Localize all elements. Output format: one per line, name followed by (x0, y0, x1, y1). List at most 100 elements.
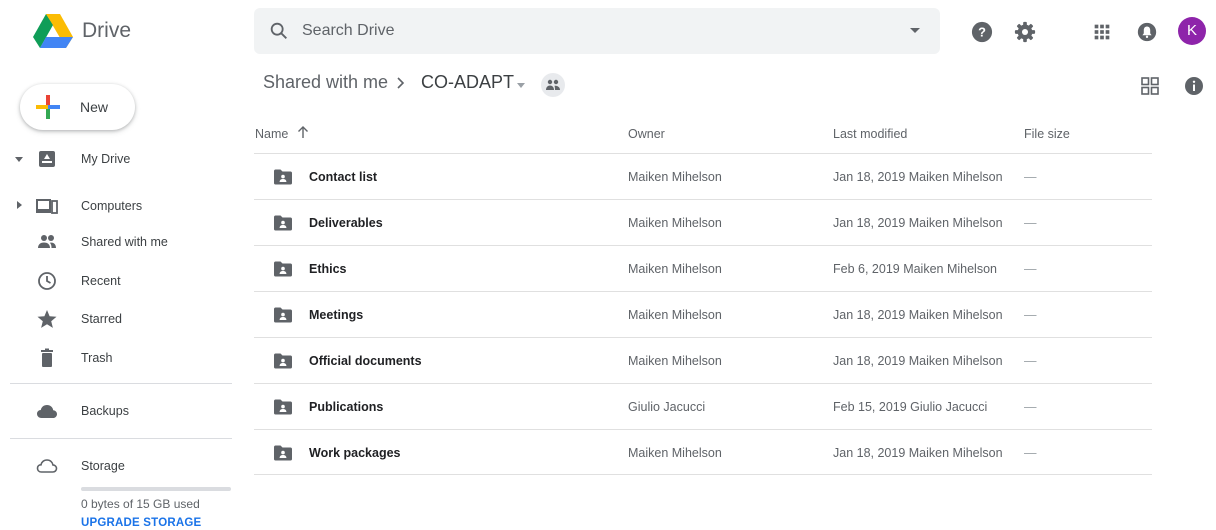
sidebar-item-starred[interactable]: Starred (0, 301, 240, 337)
table-row[interactable]: Publications Giulio Jacucci Feb 15, 2019 G… (254, 383, 1152, 429)
sidebar-item-my-drive[interactable]: My Drive (0, 141, 240, 177)
folder-menu-chevron-down-icon[interactable] (517, 83, 525, 88)
plus-icon (36, 95, 60, 119)
column-header-last-modified[interactable]: Last modified (833, 127, 907, 141)
sidebar-item-label: Storage (81, 459, 125, 473)
apps-grid-icon[interactable] (1091, 21, 1113, 43)
file-last-modified: Jan 18, 2019 Maiken Mihelson (833, 446, 1003, 460)
column-header-name[interactable]: Name (255, 127, 288, 141)
help-icon[interactable]: ? (971, 21, 993, 43)
cloud-outline-icon (36, 459, 58, 473)
shared-people-icon (546, 79, 560, 90)
new-button-label: New (80, 99, 109, 115)
recent-clock-icon (38, 272, 56, 290)
new-button[interactable]: New (20, 84, 135, 130)
sidebar-item-label: Backups (81, 404, 129, 418)
column-header-file-size[interactable]: File size (1024, 127, 1070, 141)
trash-icon (41, 348, 53, 367)
column-header-owner[interactable]: Owner (628, 127, 665, 141)
file-owner: Maiken Mihelson (628, 446, 722, 460)
file-owner: Maiken Mihelson (628, 170, 722, 184)
file-name: Work packages (309, 446, 401, 460)
shared-folder-icon (273, 353, 293, 369)
table-row[interactable]: Work packages Maiken Mihelson Jan 18, 2019… (254, 429, 1152, 475)
file-size: — (1024, 400, 1037, 414)
file-owner: Maiken Mihelson (628, 262, 722, 276)
shared-folder-icon (273, 445, 293, 461)
sidebar-divider (10, 438, 232, 439)
file-size: — (1024, 354, 1037, 368)
breadcrumb-parent[interactable]: Shared with me (263, 72, 388, 93)
search-bar[interactable] (254, 8, 940, 54)
expand-chevron-down-icon[interactable] (15, 157, 23, 162)
star-icon (37, 310, 57, 328)
file-name: Official documents (309, 354, 422, 368)
upgrade-storage-link[interactable]: UPGRADE STORAGE (81, 517, 201, 529)
my-drive-icon (39, 151, 55, 167)
file-size: — (1024, 308, 1037, 322)
sidebar-item-label: Computers (81, 199, 143, 213)
file-size: — (1024, 446, 1037, 460)
storage-usage-bar (81, 487, 231, 491)
file-name: Publications (309, 400, 384, 414)
shared-folder-icon (273, 307, 293, 323)
shared-folder-icon (273, 215, 293, 231)
sidebar-item-label: Shared with me (81, 235, 168, 249)
sort-ascending-arrow-icon[interactable] (297, 125, 309, 139)
sidebar-item-label: Trash (81, 351, 113, 365)
search-options-chevron-down-icon[interactable] (910, 28, 920, 33)
info-icon[interactable] (1184, 76, 1204, 96)
file-last-modified: Jan 18, 2019 Maiken Mihelson (833, 308, 1003, 322)
file-last-modified: Jan 18, 2019 Maiken Mihelson (833, 170, 1003, 184)
file-owner: Maiken Mihelson (628, 308, 722, 322)
account-avatar[interactable]: K (1178, 17, 1206, 45)
breadcrumb-current-folder[interactable]: CO-ADAPT (421, 72, 514, 93)
file-size: — (1024, 262, 1037, 276)
file-name: Contact list (309, 170, 378, 184)
cloud-icon (37, 405, 57, 418)
file-name: Ethics (309, 262, 347, 276)
sidebar-item-label: Starred (81, 312, 122, 326)
file-size: — (1024, 170, 1037, 184)
sidebar-item-label: Recent (81, 274, 121, 288)
table-row[interactable]: Official documents Maiken Mihelson Jan 18,… (254, 337, 1152, 383)
sidebar-item-storage[interactable]: Storage (0, 448, 240, 484)
sidebar-item-label: My Drive (81, 152, 131, 166)
table-row[interactable]: Ethics Maiken Mihelson Feb 6, 2019 Maiken … (254, 245, 1152, 291)
breadcrumb-chevron-right-icon (397, 77, 405, 89)
app-brand: Drive (82, 19, 132, 42)
file-last-modified: Jan 18, 2019 Maiken Mihelson (833, 354, 1003, 368)
computers-icon (36, 199, 58, 214)
grid-view-icon[interactable] (1141, 77, 1159, 95)
file-owner: Maiken Mihelson (628, 354, 722, 368)
expand-chevron-right-icon[interactable] (17, 201, 22, 209)
file-last-modified: Feb 15, 2019 Giulio Jacucci (833, 400, 988, 414)
shared-with-me-icon (38, 235, 56, 248)
file-owner: Maiken Mihelson (628, 216, 722, 230)
file-name: Meetings (309, 308, 364, 322)
shared-folder-icon (273, 399, 293, 415)
sidebar-divider (10, 383, 232, 384)
file-last-modified: Feb 6, 2019 Maiken Mihelson (833, 262, 997, 276)
drive-logo-icon (33, 14, 73, 48)
table-row[interactable]: Deliverables Maiken Mihelson Jan 18, 2019 … (254, 199, 1152, 245)
sidebar-item-shared-with-me[interactable]: Shared with me (0, 224, 240, 260)
sidebar-item-backups[interactable]: Backups (0, 393, 240, 429)
file-last-modified: Jan 18, 2019 Maiken Mihelson (833, 216, 1003, 230)
shared-folder-icon (273, 169, 293, 185)
table-row[interactable]: Contact list Maiken Mihelson Jan 18, 2019 … (254, 153, 1152, 199)
search-icon[interactable] (268, 20, 290, 42)
sidebar-item-recent[interactable]: Recent (0, 263, 240, 299)
search-input[interactable] (302, 16, 862, 46)
file-name: Deliverables (309, 216, 383, 230)
file-size: — (1024, 216, 1037, 230)
shared-folder-badge (541, 73, 565, 97)
svg-text:?: ? (978, 25, 986, 40)
table-row[interactable]: Meetings Maiken Mihelson Jan 18, 2019 Maik… (254, 291, 1152, 337)
file-owner: Giulio Jacucci (628, 400, 706, 414)
sidebar-item-trash[interactable]: Trash (0, 340, 240, 376)
storage-used-text: 0 bytes of 15 GB used (81, 497, 200, 511)
sidebar-item-computers[interactable]: Computers (0, 188, 240, 224)
notifications-icon[interactable] (1136, 21, 1158, 43)
settings-gear-icon[interactable] (1014, 21, 1036, 43)
